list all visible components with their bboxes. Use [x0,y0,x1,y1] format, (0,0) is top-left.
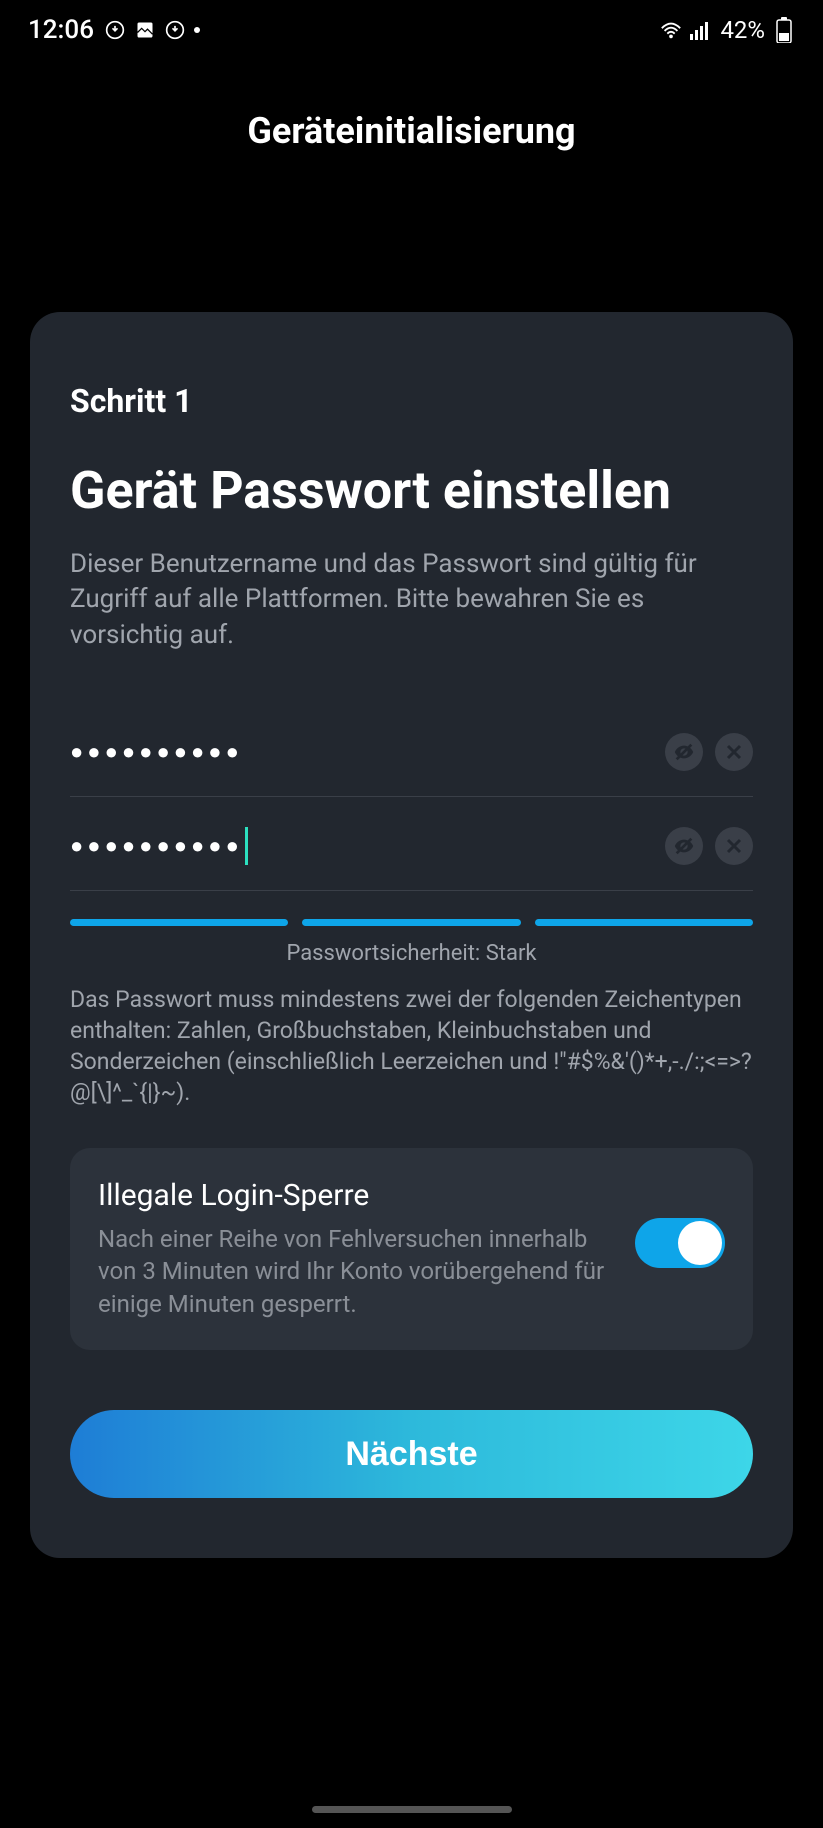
battery-icon [773,19,795,41]
password-value-2: ●●●●●●●●●● [70,833,243,859]
lockout-toggle[interactable] [635,1218,725,1268]
password-strength-meter [70,919,753,926]
wifi-icon [660,19,682,41]
step-label: Schritt 1 [70,382,753,420]
lockout-description: Nach einer Reihe von Fehlversuchen inner… [98,1223,615,1320]
step-description: Dieser Benutzername und das Passwort sin… [70,547,753,652]
text-cursor [245,827,248,865]
lockout-title: Illegale Login-Sperre [98,1178,615,1213]
password-input-2[interactable]: ●●●●●●●●●● [70,827,653,865]
strength-label: Passwortsicherheit: Stark [70,941,753,966]
lockout-text: Illegale Login-Sperre Nach einer Reihe v… [98,1178,615,1320]
more-dot-icon [194,27,200,33]
toggle-visibility-icon[interactable] [665,827,703,865]
status-bar: 12:06 42% [0,0,823,60]
password-row-2: ●●●●●●●●●● [70,797,753,891]
page-title: Geräteinitialisierung [0,110,823,152]
gallery-icon [134,19,156,41]
status-right: 42% [660,16,795,44]
signal-icon [690,19,712,41]
navigation-handle[interactable] [312,1806,512,1813]
strength-segment-2 [302,919,520,926]
strength-segment-1 [70,919,288,926]
password-row-1: ●●●●●●●●●● [70,703,753,797]
password-input-1[interactable]: ●●●●●●●●●● [70,739,653,765]
toggle-knob [678,1221,722,1265]
setup-card: Schritt 1 Gerät Passwort einstellen Dies… [30,312,793,1558]
battery-percentage: 42% [720,16,765,44]
download-icon [164,19,186,41]
next-button[interactable]: Nächste [70,1410,753,1498]
strength-segment-3 [535,919,753,926]
login-lockout-panel: Illegale Login-Sperre Nach einer Reihe v… [70,1148,753,1350]
password-value-1: ●●●●●●●●●● [70,739,243,765]
main-heading: Gerät Passwort einstellen [70,460,753,522]
status-left: 12:06 [28,15,200,45]
password-requirements: Das Passwort muss mindestens zwei der fo… [70,984,753,1108]
status-time: 12:06 [28,15,94,45]
download-icon [104,19,126,41]
toggle-visibility-icon[interactable] [665,733,703,771]
clear-input-icon[interactable] [715,733,753,771]
status-notification-icons [104,19,200,41]
clear-input-icon[interactable] [715,827,753,865]
